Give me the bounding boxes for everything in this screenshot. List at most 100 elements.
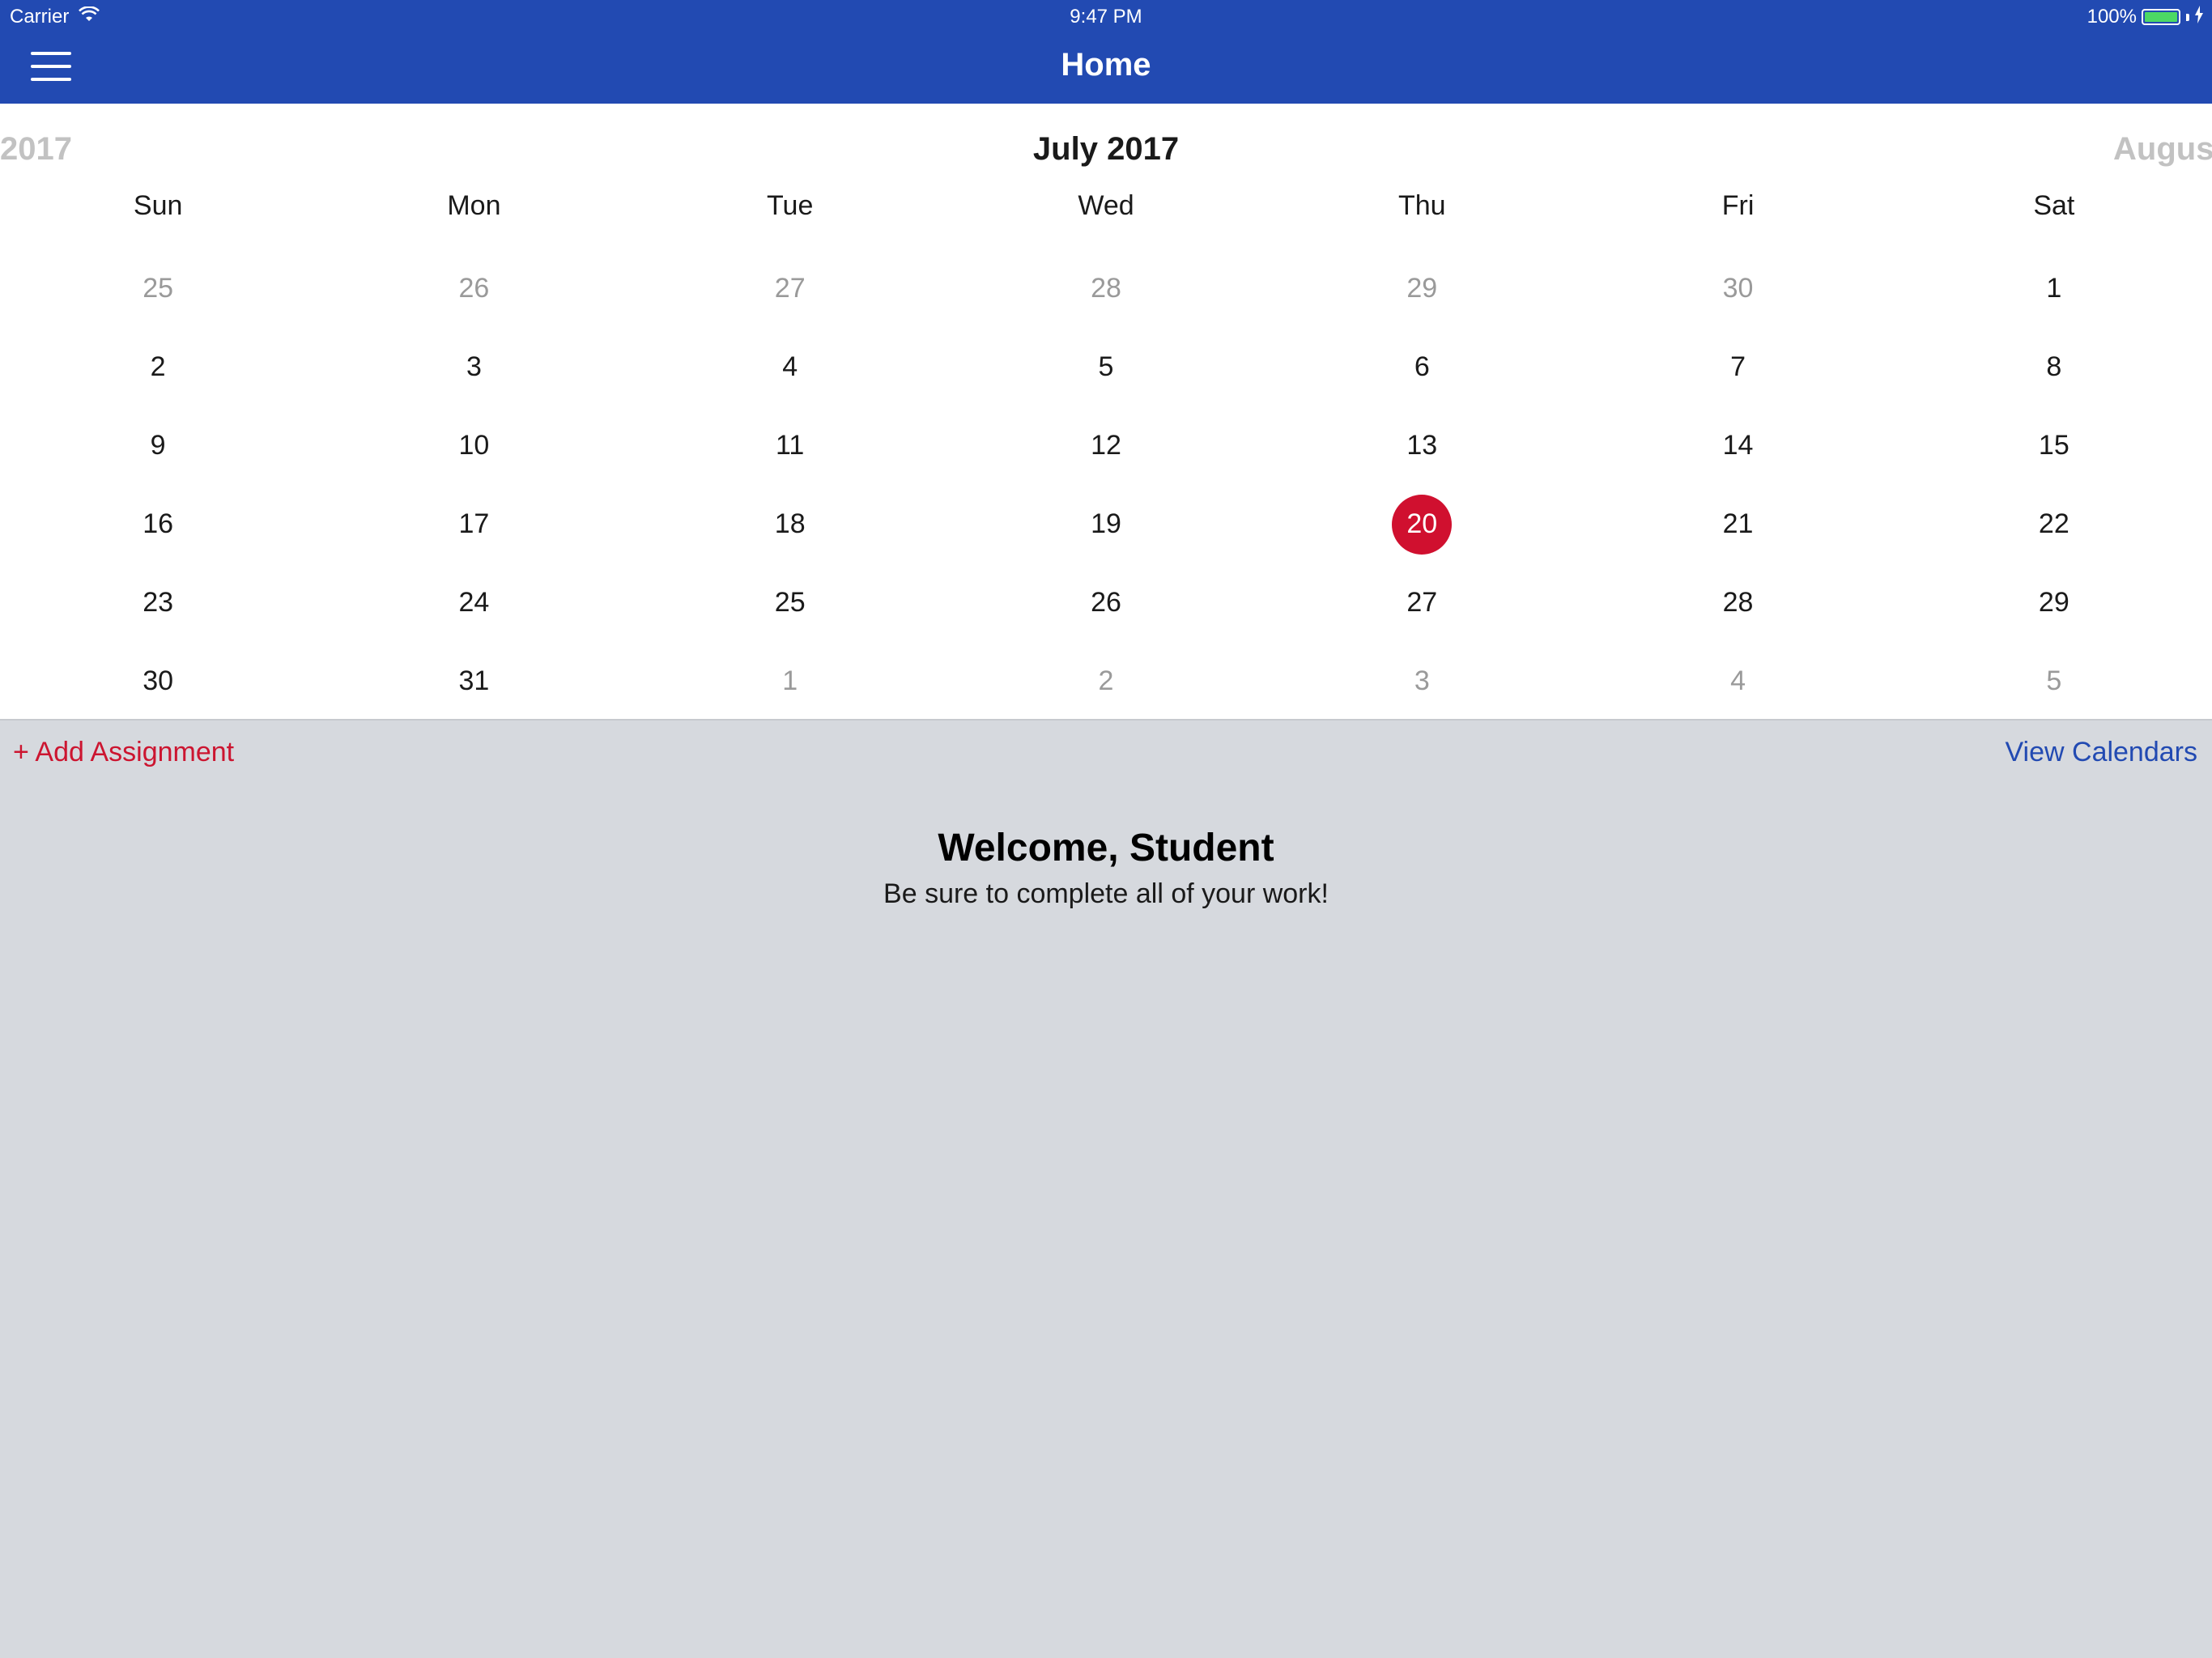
calendar-day-cell[interactable]: 30 xyxy=(0,642,316,719)
battery-icon xyxy=(2142,9,2180,25)
calendar-day-cell[interactable]: 30 xyxy=(1580,249,1895,328)
day-number: 19 xyxy=(1091,508,1121,539)
calendar-day-cell[interactable]: 6 xyxy=(1264,328,1580,406)
day-number: 7 xyxy=(1730,351,1746,382)
calendar-day-cell[interactable]: 24 xyxy=(316,563,632,642)
calendar-day-cell[interactable]: 31 xyxy=(316,642,632,719)
day-number: 30 xyxy=(1722,273,1754,304)
day-number: 18 xyxy=(774,508,806,539)
calendar-day-cell[interactable]: 20 xyxy=(1264,485,1580,563)
calendar-day-cell[interactable]: 19 xyxy=(948,485,1264,563)
calendar-day-cell[interactable]: 17 xyxy=(316,485,632,563)
weekday-label: Sat xyxy=(2033,190,2075,221)
battery-tip xyxy=(2186,13,2189,21)
day-number: 16 xyxy=(143,508,174,539)
calendar-day-cell[interactable]: 29 xyxy=(1264,249,1580,328)
calendar-day-cell[interactable]: 23 xyxy=(0,563,316,642)
day-number: 13 xyxy=(1406,430,1438,461)
calendar-day-cell[interactable]: 4 xyxy=(1580,642,1895,719)
day-number: 24 xyxy=(458,587,490,618)
month-header: 2017 July 2017 August xyxy=(0,125,2212,173)
calendar-day-cell[interactable]: 28 xyxy=(948,249,1264,328)
day-number: 25 xyxy=(774,587,806,618)
calendar-day-cell[interactable]: 2 xyxy=(948,642,1264,719)
day-number: 28 xyxy=(1091,273,1121,304)
calendar-day-cell[interactable]: 26 xyxy=(948,563,1264,642)
calendar-day-cell[interactable]: 5 xyxy=(1896,642,2212,719)
day-number: 2 xyxy=(150,351,166,382)
day-number: 5 xyxy=(2046,665,2062,696)
weekday-label: Tue xyxy=(767,190,814,221)
day-number: 28 xyxy=(1722,587,1754,618)
calendar-day-cell[interactable]: 4 xyxy=(632,328,948,406)
battery-level xyxy=(2145,12,2177,22)
weekday-label: Sun xyxy=(133,190,183,221)
calendar-day-cell[interactable]: 3 xyxy=(1264,642,1580,719)
day-number: 29 xyxy=(2038,587,2069,618)
calendar-day-cell[interactable]: 3 xyxy=(316,328,632,406)
calendar-day-cell[interactable]: 25 xyxy=(0,249,316,328)
calendar-day-cell[interactable]: 21 xyxy=(1580,485,1895,563)
calendar-day-cell[interactable]: 1 xyxy=(1896,249,2212,328)
calendar-day-cell[interactable]: 8 xyxy=(1896,328,2212,406)
day-number: 2 xyxy=(1098,665,1114,696)
day-number: 4 xyxy=(782,351,798,382)
day-number: 5 xyxy=(1098,351,1114,382)
calendar-day-cell[interactable]: 16 xyxy=(0,485,316,563)
calendar-day-cell[interactable]: 14 xyxy=(1580,406,1895,485)
add-assignment-button[interactable]: + Add Assignment xyxy=(13,732,234,772)
calendar-day-cell[interactable]: 15 xyxy=(1896,406,2212,485)
day-number: 23 xyxy=(143,587,174,618)
calendar-day-cell[interactable]: 5 xyxy=(948,328,1264,406)
day-number: 10 xyxy=(458,430,490,461)
calendar-day-cell[interactable]: 27 xyxy=(632,249,948,328)
day-number: 25 xyxy=(143,273,174,304)
current-month-label: July 2017 xyxy=(1032,131,1180,167)
calendar-day-cell[interactable]: 11 xyxy=(632,406,948,485)
day-number: 8 xyxy=(2046,351,2062,382)
status-bar-right: 100% xyxy=(2087,5,2204,29)
calendar-day-cell[interactable]: 2 xyxy=(0,328,316,406)
calendar-day-cell[interactable]: 10 xyxy=(316,406,632,485)
calendar-day-cell[interactable]: 7 xyxy=(1580,328,1895,406)
view-calendars-button[interactable]: View Calendars xyxy=(2005,732,2197,772)
calendar-day-cell[interactable]: 27 xyxy=(1264,563,1580,642)
day-number: 30 xyxy=(143,665,174,696)
calendar-days-grid: 25 26 27 28 29 30 1 2 3 4 5 6 7 8 9 10 11 12 13 14 15 16 17 18 1… xyxy=(0,249,2212,719)
calendar-day-cell[interactable]: 9 xyxy=(0,406,316,485)
weekday-header: Sun Mon Tue Wed Thu Fri Sat xyxy=(0,183,2212,228)
day-number: 27 xyxy=(1406,587,1438,618)
day-number: 29 xyxy=(1406,273,1438,304)
welcome-title: Welcome, Student xyxy=(938,827,1274,869)
day-number: 26 xyxy=(1091,587,1121,618)
day-number: 21 xyxy=(1722,508,1754,539)
weekday-label: Mon xyxy=(447,190,501,221)
status-time: 9:47 PM xyxy=(1070,6,1142,28)
calendar-day-cell[interactable]: 28 xyxy=(1580,563,1895,642)
calendar-day-cell[interactable]: 29 xyxy=(1896,563,2212,642)
day-number: 12 xyxy=(1091,430,1121,461)
charging-icon xyxy=(2194,5,2204,29)
weekday-label: Thu xyxy=(1397,190,1446,221)
day-number: 27 xyxy=(774,273,806,304)
weekday-label: Fri xyxy=(1721,190,1755,221)
calendar-day-cell[interactable]: 26 xyxy=(316,249,632,328)
day-number: 22 xyxy=(2038,508,2069,539)
month-calendar: 2017 July 2017 August Sun Mon Tue Wed Th… xyxy=(0,104,2212,721)
next-month-label[interactable]: August xyxy=(2113,125,2212,173)
day-number: 14 xyxy=(1722,430,1754,461)
app-header: Carrier 9:47 PM 100% Home xyxy=(0,0,2212,104)
day-number: 17 xyxy=(458,508,490,539)
day-number: 1 xyxy=(782,665,798,696)
calendar-day-cell[interactable]: 18 xyxy=(632,485,948,563)
calendar-day-cell[interactable]: 13 xyxy=(1264,406,1580,485)
weekday-label: Wed xyxy=(1078,190,1134,221)
day-number: 1 xyxy=(2046,273,2062,304)
calendar-day-cell[interactable]: 22 xyxy=(1896,485,2212,563)
day-number: 3 xyxy=(1414,665,1430,696)
calendar-day-cell[interactable]: 25 xyxy=(632,563,948,642)
day-number: 9 xyxy=(150,430,166,461)
calendar-day-cell[interactable]: 12 xyxy=(948,406,1264,485)
calendar-day-cell[interactable]: 1 xyxy=(632,642,948,719)
selected-day-number: 20 xyxy=(1392,494,1453,555)
